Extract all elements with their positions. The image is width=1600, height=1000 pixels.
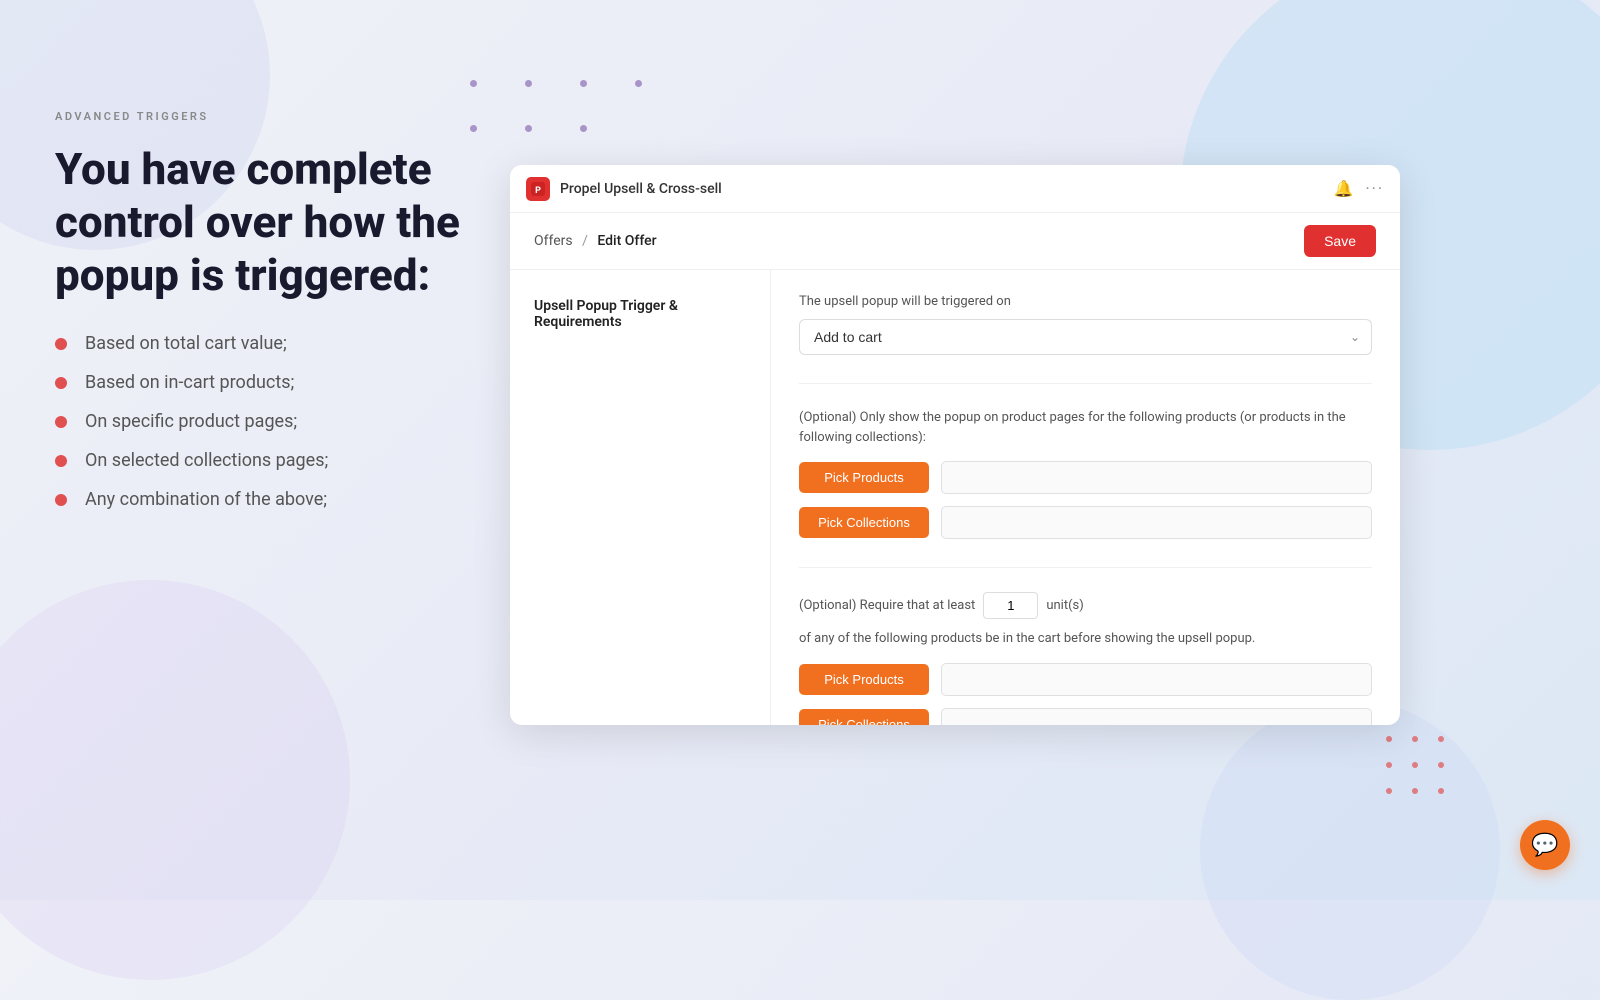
advanced-triggers-label: ADVANCED TRIGGERS	[55, 110, 475, 123]
top-bar: Offers / Edit Offer Save	[510, 213, 1400, 270]
title-bar: P Propel Upsell & Cross-sell 🔔 ···	[510, 165, 1400, 213]
require-row: (Optional) Require that at least unit(s)	[799, 592, 1372, 619]
bullet-list: Based on total cart value; Based on in-c…	[55, 333, 475, 510]
breadcrumb-offers-link[interactable]: Offers	[534, 233, 573, 249]
svg-text:P: P	[535, 186, 541, 196]
pick-collections-row-2: Pick Collections	[799, 708, 1372, 726]
app-icon: P	[526, 177, 550, 201]
pick-collections-input-1[interactable]	[941, 506, 1372, 539]
optional-section-1: (Optional) Only show the popup on produc…	[799, 408, 1372, 539]
quantity-input[interactable]	[983, 592, 1038, 619]
divider-2	[799, 567, 1372, 568]
pick-collections-button-1[interactable]: Pick Collections	[799, 507, 929, 538]
dots-top	[470, 80, 642, 87]
optional-text-2: of any of the following products be in t…	[799, 629, 1372, 649]
breadcrumb-current: Edit Offer	[597, 233, 656, 249]
list-item: On selected collections pages;	[55, 450, 475, 471]
breadcrumb: Offers / Edit Offer	[534, 233, 657, 249]
save-button[interactable]: Save	[1304, 225, 1376, 257]
trigger-label: The upsell popup will be triggered on	[799, 294, 1372, 309]
dots-top2	[470, 125, 587, 132]
breadcrumb-separator: /	[582, 233, 588, 249]
trigger-section: The upsell popup will be triggered on Ad…	[799, 294, 1372, 355]
divider	[799, 383, 1372, 384]
dots-bottom-right	[1386, 736, 1450, 800]
optional-text-1: (Optional) Only show the popup on produc…	[799, 408, 1372, 447]
content-area: Upsell Popup Trigger & Requirements The …	[510, 270, 1400, 725]
pick-products-row-2: Pick Products	[799, 663, 1372, 696]
pick-products-input-1[interactable]	[941, 461, 1372, 494]
optional2-prefix: (Optional) Require that at least	[799, 598, 975, 613]
bullet-dot	[55, 455, 67, 467]
trigger-select-wrapper: Add to cart Page load Exit intent Time o…	[799, 319, 1372, 355]
optional-section-2: (Optional) Require that at least unit(s)…	[799, 592, 1372, 725]
title-bar-left: P Propel Upsell & Cross-sell	[526, 177, 722, 201]
pick-products-button-1[interactable]: Pick Products	[799, 462, 929, 493]
list-item: Based on total cart value;	[55, 333, 475, 354]
pick-collections-input-2[interactable]	[941, 708, 1372, 726]
list-item: Any combination of the above;	[55, 489, 475, 510]
bullet-dot	[55, 338, 67, 350]
left-panel: ADVANCED TRIGGERS You have complete cont…	[55, 110, 475, 510]
list-item: Based on in-cart products;	[55, 372, 475, 393]
unit-label: unit(s)	[1046, 598, 1083, 613]
app-window: P Propel Upsell & Cross-sell 🔔 ··· Offer…	[510, 165, 1400, 725]
more-options-icon[interactable]: ···	[1365, 179, 1384, 198]
pick-collections-button-2[interactable]: Pick Collections	[799, 709, 929, 726]
bell-icon[interactable]: 🔔	[1334, 179, 1354, 198]
pick-products-row-1: Pick Products	[799, 461, 1372, 494]
bullet-dot	[55, 416, 67, 428]
main-heading: You have complete control over how the p…	[55, 143, 475, 301]
pick-products-button-2[interactable]: Pick Products	[799, 664, 929, 695]
section-title: Upsell Popup Trigger & Requirements	[534, 298, 746, 330]
bullet-dot	[55, 377, 67, 389]
content-right: The upsell popup will be triggered on Ad…	[770, 270, 1400, 725]
bullet-dot	[55, 494, 67, 506]
content-left: Upsell Popup Trigger & Requirements	[510, 270, 770, 725]
chat-icon: 💬	[1531, 833, 1558, 858]
pick-collections-row-1: Pick Collections	[799, 506, 1372, 539]
pick-products-input-2[interactable]	[941, 663, 1372, 696]
chat-button[interactable]: 💬	[1520, 820, 1570, 870]
trigger-select[interactable]: Add to cart Page load Exit intent Time o…	[799, 319, 1372, 355]
list-item: On specific product pages;	[55, 411, 475, 432]
title-bar-right: 🔔 ···	[1334, 179, 1384, 198]
app-title: Propel Upsell & Cross-sell	[560, 181, 722, 197]
